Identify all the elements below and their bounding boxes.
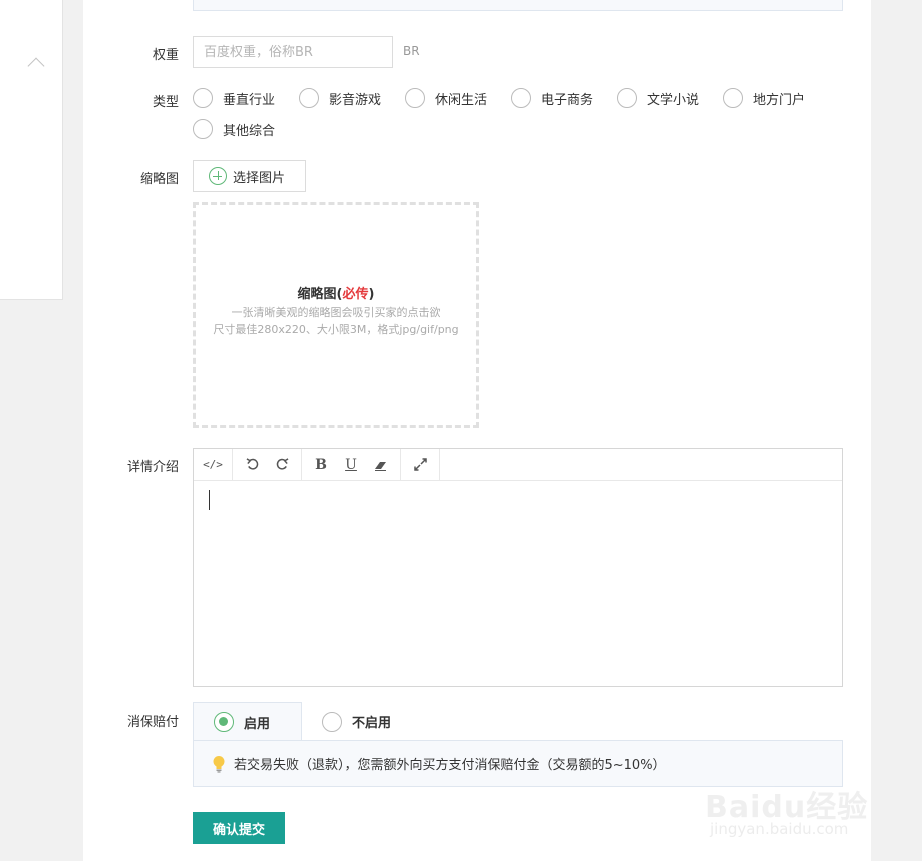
guarantee-tabs: 启用 不启用 [193, 702, 843, 741]
type-option-media-games[interactable]: 影音游戏 [299, 88, 381, 108]
thumbnail-upload-area[interactable]: 缩略图(必传) 一张清晰美观的缩略图会吸引买家的点击欲 尺寸最佳280x220、… [193, 202, 479, 428]
type-option-label: 文学小说 [647, 92, 700, 108]
radio-selected-icon[interactable] [214, 712, 234, 732]
toolbar-group-source: </> [194, 449, 233, 480]
rich-text-editor: </> B U [193, 448, 843, 687]
radio-circle[interactable] [193, 119, 213, 139]
detail-label: 详情介绍 [126, 460, 179, 475]
editor-content-area[interactable] [194, 482, 842, 686]
guarantee-notice: 若交易失败（退款），您需额外向买方支付消保赔付金（交易额的5~10%） [193, 740, 843, 787]
weight-label: 权重 [152, 48, 179, 63]
type-option-label: 电子商务 [541, 92, 594, 108]
thumbnail-label: 缩略图 [139, 172, 179, 187]
editor-toolbar: </> B U [194, 449, 842, 481]
type-option-label: 其他综合 [223, 123, 276, 139]
select-image-button[interactable]: 选择图片 [193, 160, 306, 192]
toolbar-group-view [401, 449, 440, 480]
type-option-local-portal[interactable]: 地方门户 [723, 88, 805, 108]
radio-circle[interactable] [723, 88, 743, 108]
weight-unit: BR [403, 44, 420, 58]
previous-field-box [193, 0, 843, 11]
radio-circle[interactable] [322, 711, 342, 732]
source-code-icon[interactable]: </> [198, 450, 228, 480]
guarantee-notice-text: 若交易失败（退款），您需额外向买方支付消保赔付金（交易额的5~10%） [234, 758, 666, 773]
type-option-label: 垂直行业 [223, 92, 276, 108]
type-option-vertical[interactable]: 垂直行业 [193, 88, 275, 108]
undo-icon[interactable] [237, 450, 267, 480]
radio-circle[interactable] [511, 88, 531, 108]
thumbnail-upload-title: 缩略图(必传) [297, 287, 375, 302]
type-label: 类型 [152, 95, 179, 110]
type-option-other[interactable]: 其他综合 [193, 119, 275, 139]
guarantee-enable-label: 启用 [244, 716, 271, 732]
type-option-ecommerce[interactable]: 电子商务 [511, 88, 593, 108]
radio-circle[interactable] [405, 88, 425, 108]
lightbulb-icon [213, 755, 225, 773]
guarantee-disable-option[interactable]: 不启用 [302, 702, 411, 741]
chevron-up-icon[interactable] [27, 57, 45, 75]
underline-icon[interactable]: U [336, 450, 366, 480]
text-caret [209, 490, 210, 510]
required-mark: 必传 [342, 287, 369, 302]
plus-circle-icon [209, 167, 227, 185]
weight-input[interactable] [193, 36, 393, 68]
radio-circle[interactable] [193, 88, 213, 108]
left-sidebar-panel [0, 0, 63, 300]
toolbar-group-format: B U [302, 449, 401, 480]
type-option-label: 影音游戏 [329, 92, 382, 108]
thumbnail-size-hint: 尺寸最佳280x220、大小限3M，格式jpg/gif/png [213, 323, 459, 336]
submit-button[interactable]: 确认提交 [193, 812, 285, 844]
type-option-label: 地方门户 [753, 92, 806, 108]
type-option-literature[interactable]: 文学小说 [617, 88, 699, 108]
toolbar-group-history [233, 449, 302, 480]
type-option-leisure[interactable]: 休闲生活 [405, 88, 487, 108]
guarantee-label: 消保赔付 [126, 715, 179, 730]
guarantee-disable-label: 不启用 [352, 716, 392, 731]
bold-icon[interactable]: B [306, 450, 336, 480]
type-option-label: 休闲生活 [435, 92, 488, 108]
radio-circle[interactable] [617, 88, 637, 108]
select-image-label: 选择图片 [233, 170, 286, 186]
guarantee-enable-option[interactable]: 启用 [193, 702, 302, 741]
redo-icon[interactable] [267, 450, 297, 480]
fullscreen-icon[interactable] [405, 450, 435, 480]
radio-circle[interactable] [299, 88, 319, 108]
eraser-icon[interactable] [366, 450, 396, 480]
thumbnail-hint: 一张清晰美观的缩略图会吸引买家的点击欲 [231, 306, 441, 319]
form-panel: 权重 BR 类型 垂直行业 影音游戏 休闲生活 电子商务 文学小说 地方门户 [83, 0, 871, 861]
